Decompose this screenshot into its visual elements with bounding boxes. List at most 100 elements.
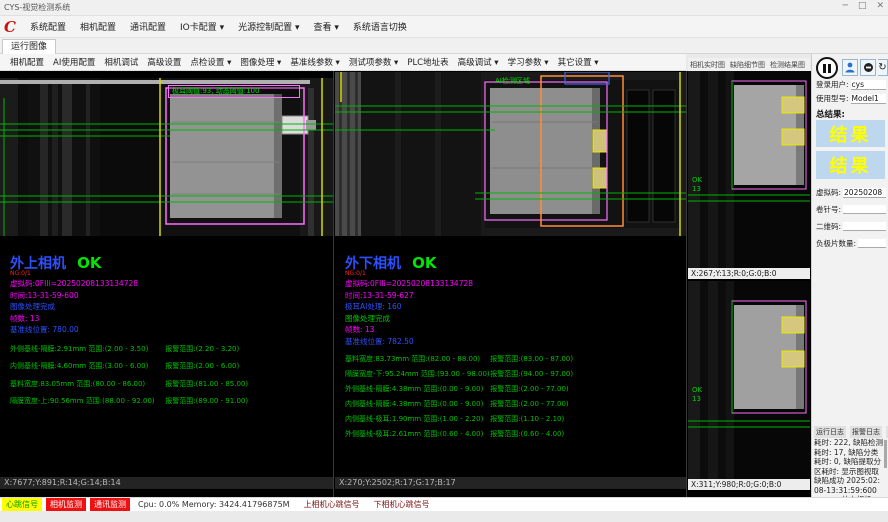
toolbar-button[interactable]: 相机调试	[100, 54, 142, 70]
pause-button[interactable]	[816, 57, 838, 79]
model-value[interactable]: Model1	[851, 94, 886, 104]
measurement-value: 基料宽度:83.73mm 范围:(82.00 - 88.00)	[345, 352, 488, 367]
menu-item[interactable]: IO卡配置 ▾	[174, 17, 230, 36]
middle-measurements: 基料宽度:83.73mm 范围:(82.00 - 88.00) 报警范围:(83…	[345, 352, 675, 442]
toolbar-button[interactable]: 学习参数 ▾	[504, 54, 553, 70]
alarm-range: 报警范围:(89.00 - 91.00)	[165, 393, 248, 411]
alarm-range: 报警范围:(1.10 - 2.10)	[490, 412, 564, 427]
middle-result-status: OK	[412, 254, 436, 272]
minimize-icon[interactable]: ─	[843, 1, 848, 11]
toolbar-button[interactable]: 基准线参数 ▾	[286, 54, 343, 70]
toolbar-button[interactable]: 高级设置	[143, 54, 185, 70]
measurement-row: 外侧基线-隔膜:4.38mm 范围:(0.00 - 9.00) 报警范围:(2.…	[345, 382, 675, 397]
toolbar: 相机配置AI使用配置相机调试高级设置点检设置 ▾图像处理 ▾基准线参数 ▾测试项…	[0, 54, 686, 71]
toolbar-button[interactable]: AI使用配置	[49, 54, 99, 70]
maximize-icon[interactable]: □	[858, 1, 867, 11]
app-logo-icon: C	[4, 18, 16, 36]
middle-result-block: 外下相机 OK NG:0/1 虚拟码:0FIIi=202502081331347…	[345, 253, 675, 442]
overlay-line: OK	[692, 386, 702, 395]
small-view-2-image[interactable]	[688, 281, 810, 479]
middle-virtual-code: 虚拟码:0FIIi=20250208133134728	[345, 278, 675, 290]
middle-process-status: 图像处理完成	[345, 313, 675, 325]
measurement-row: 外侧基线-极耳:2.61mm 范围:(0.60 - 4.00) 报警范围:(0.…	[345, 427, 675, 442]
threshold-label: 极耳阈值:93, 动态阈值:100	[168, 85, 300, 98]
tab-run-image[interactable]: 运行图像	[2, 39, 56, 54]
middle-time: 时间:13-31-59-627	[345, 290, 675, 302]
small-view-tab[interactable]: 相机实时图	[690, 60, 725, 70]
measurement-value: 隔膜宽度-上:90.56mm 范围:(88.00 - 92.00)	[10, 393, 163, 411]
small-view-2-overlay: OK13	[692, 386, 702, 404]
overlay-line: OK	[692, 176, 702, 185]
log-scrollbar[interactable]	[884, 440, 887, 468]
measurement-row: 内侧基线-隔膜:4.60mm 范围:(3.00 - 6.00) 报警范围:(2.…	[10, 358, 340, 376]
small-view-tabs: 相机实时图缺陷细节图检测结果图	[688, 58, 810, 71]
measurement-row: 隔膜宽度-下:95.24mm 范围:(93.00 - 98.00) 报警范围:(…	[345, 367, 675, 382]
menu-item[interactable]: 查看 ▾	[308, 17, 345, 36]
stop-button[interactable]	[860, 59, 876, 76]
menu-item[interactable]: 系统配置	[24, 17, 72, 36]
toolbar-button[interactable]: 相机配置	[6, 54, 48, 70]
menu-item[interactable]: 系统语言切换	[347, 17, 413, 36]
comm-monitor-badge: 通讯监测	[90, 498, 130, 511]
toolbar-button[interactable]: 图像处理 ▾	[236, 54, 285, 70]
view-divider	[686, 71, 687, 497]
close-icon[interactable]: ✕	[876, 1, 884, 11]
lower-camera-heartbeat[interactable]: 下相机心跳信号	[374, 499, 430, 510]
left-cursor-coords: X:7677;Y:891;R:14;G:14;B:14	[0, 477, 333, 489]
middle-ng-count: NG:0/1	[345, 271, 675, 278]
left-camera-image[interactable]	[0, 78, 333, 236]
result-box-lower: 结果	[816, 151, 885, 179]
measurement-row: 外侧基线-隔膜:2.91mm 范围:(2.00 - 3.50) 报警范围:(2.…	[10, 341, 340, 359]
alarm-range: 报警范围:(0.60 - 4.00)	[490, 427, 564, 442]
measurement-value: 内侧基线-极耳:1.90mm 范围:(1.00 - 2.20)	[345, 412, 488, 427]
heartbeat-badge: 心跳信号	[2, 498, 42, 511]
qr-label: 二维码:	[816, 221, 841, 232]
title-bar: CYS-视觉检测系统 ─ □ ✕	[0, 0, 888, 16]
menu-item[interactable]: 光源控制配置 ▾	[232, 17, 305, 36]
measurement-value: 基料宽度:83.05mm 范围:(80.00 - 86.00)	[10, 376, 163, 394]
overlay-line: 13	[692, 185, 702, 194]
alarm-range: 报警范围:(2.00 - 6.00)	[165, 358, 239, 376]
log-tab[interactable]: 运行日志	[814, 426, 846, 438]
alarm-range: 报警范围:(94.00 - 97.00)	[490, 367, 573, 382]
measurement-value: 隔膜宽度-下:95.24mm 范围:(93.00 - 98.00)	[345, 367, 488, 382]
refresh-icon: ↻	[878, 62, 886, 73]
refresh-button[interactable]: ↻	[878, 59, 888, 76]
overlay-line: 13	[692, 395, 702, 404]
pause-icon	[823, 64, 826, 73]
result-box-upper: 结果	[816, 120, 885, 147]
toolbar-button[interactable]: 测试项参数 ▾	[345, 54, 402, 70]
small-view-1-overlay: OK13	[692, 176, 702, 194]
left-ng-count: NG:0/1	[10, 271, 340, 278]
left-virtual-code: 虚拟码:0FIIi=20250208133134728	[10, 278, 340, 290]
toolbar-button[interactable]: 其它设置 ▾	[554, 54, 603, 70]
user-value[interactable]: cys	[851, 80, 886, 90]
menu-item[interactable]: 通讯配置	[124, 17, 172, 36]
needle-label: 卷针号:	[816, 204, 841, 215]
toolbar-button[interactable]: 高级调试 ▾	[454, 54, 503, 70]
small-view-1-image[interactable]	[688, 71, 810, 268]
neg-count-value	[858, 239, 886, 248]
needle-value	[843, 205, 886, 214]
neg-count-label: 负极片数量:	[816, 238, 856, 249]
toolbar-button[interactable]: PLC地址表	[403, 54, 452, 70]
middle-cursor-coords: X:270;Y:2502;R:17;G:17;B:17	[335, 477, 686, 489]
menu-bar: C 系统配置相机配置通讯配置IO卡配置 ▾光源控制配置 ▾查看 ▾系统语言切换	[0, 16, 888, 38]
toolbar-button[interactable]: 点检设置 ▾	[186, 54, 235, 70]
small-view-tab[interactable]: 缺陷细节图	[730, 60, 765, 70]
left-baseline: 基准线位置: 780.00	[10, 324, 340, 336]
left-result-status: OK	[77, 254, 101, 272]
app-window: CYS-视觉检测系统 ─ □ ✕ C 系统配置相机配置通讯配置IO卡配置 ▾光源…	[0, 0, 888, 522]
user-login-button[interactable]	[842, 59, 858, 76]
small-view-tab[interactable]: 检测结果图	[770, 60, 805, 70]
alarm-range: 报警范围:(81.00 - 85.00)	[165, 376, 248, 394]
log-tabs: 运行日志报警日志相机日志	[814, 426, 888, 438]
left-result-block: 外上相机 OK NG:0/1 虚拟码:0FIIi=202502081331347…	[10, 253, 340, 411]
status-bar: 心跳信号 相机监测 通讯监测 Cpu: 0.0% Memory: 3424.41…	[0, 497, 888, 511]
bottom-filler	[0, 511, 888, 522]
middle-camera-image[interactable]	[335, 72, 686, 236]
left-time: 时间:13-31-59-600	[10, 290, 340, 302]
menu-item[interactable]: 相机配置	[74, 17, 122, 36]
log-tab[interactable]: 报警日志	[850, 426, 882, 438]
upper-camera-heartbeat[interactable]: 上相机心跳信号	[304, 499, 360, 510]
